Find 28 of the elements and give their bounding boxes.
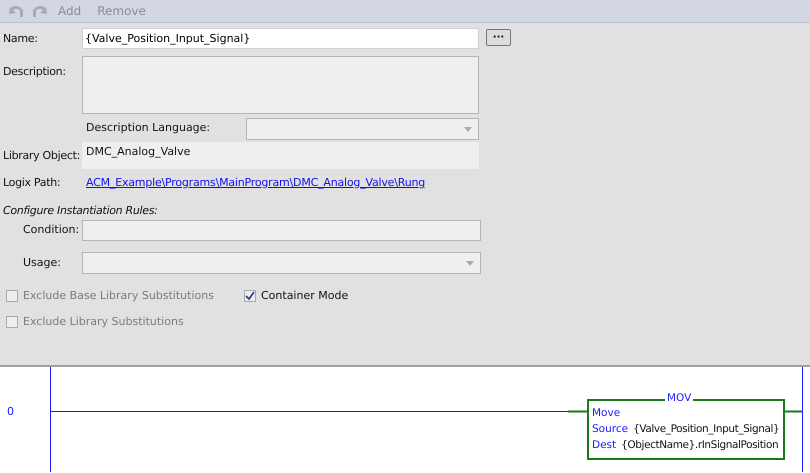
- operand-value: {Valve_Position_Input_Signal}: [633, 423, 780, 435]
- field-label: Condition:: [22, 223, 80, 236]
- usage-dropdown[interactable]: [82, 252, 481, 274]
- description-field[interactable]: [82, 56, 479, 114]
- dropdown-arrow-icon: [466, 261, 474, 266]
- logix-path-link[interactable]: ACM_Example\Programs\MainProgram\DMC_Analog_Valve\Rung: [82, 176, 426, 189]
- field-label: Logix Path:: [3, 176, 62, 189]
- library-object-value: DMC_Analog_Valve: [82, 142, 479, 169]
- field-label: Description Language:: [85, 121, 212, 134]
- field-label: Library Object:: [3, 149, 81, 162]
- field-label: Usage:: [22, 256, 62, 269]
- operand-label: Dest: [592, 439, 616, 451]
- section-title: Configure Instantiation Rules:: [3, 204, 158, 217]
- checkbox[interactable]: [244, 290, 256, 302]
- dropdown-arrow-icon: [464, 127, 472, 132]
- instruction-title: Move: [592, 406, 622, 421]
- language-dropdown[interactable]: [246, 118, 479, 140]
- field-label: Name:: [3, 32, 39, 45]
- rung-number: 0: [7, 405, 14, 418]
- rung-wire: [785, 410, 802, 412]
- condition-field[interactable]: [82, 220, 481, 241]
- instruction-name: MOV: [665, 392, 694, 404]
- browse-button[interactable]: ···: [486, 29, 511, 46]
- field-label: Description:: [3, 65, 67, 78]
- operand-value: {ObjectName}.rInSignalPosition: [621, 439, 778, 451]
- name-field[interactable]: {Valve_Position_Input_Signal}: [82, 28, 479, 49]
- operand-label: Source: [592, 423, 628, 435]
- checkbox-option[interactable]: Container Mode: [244, 289, 810, 302]
